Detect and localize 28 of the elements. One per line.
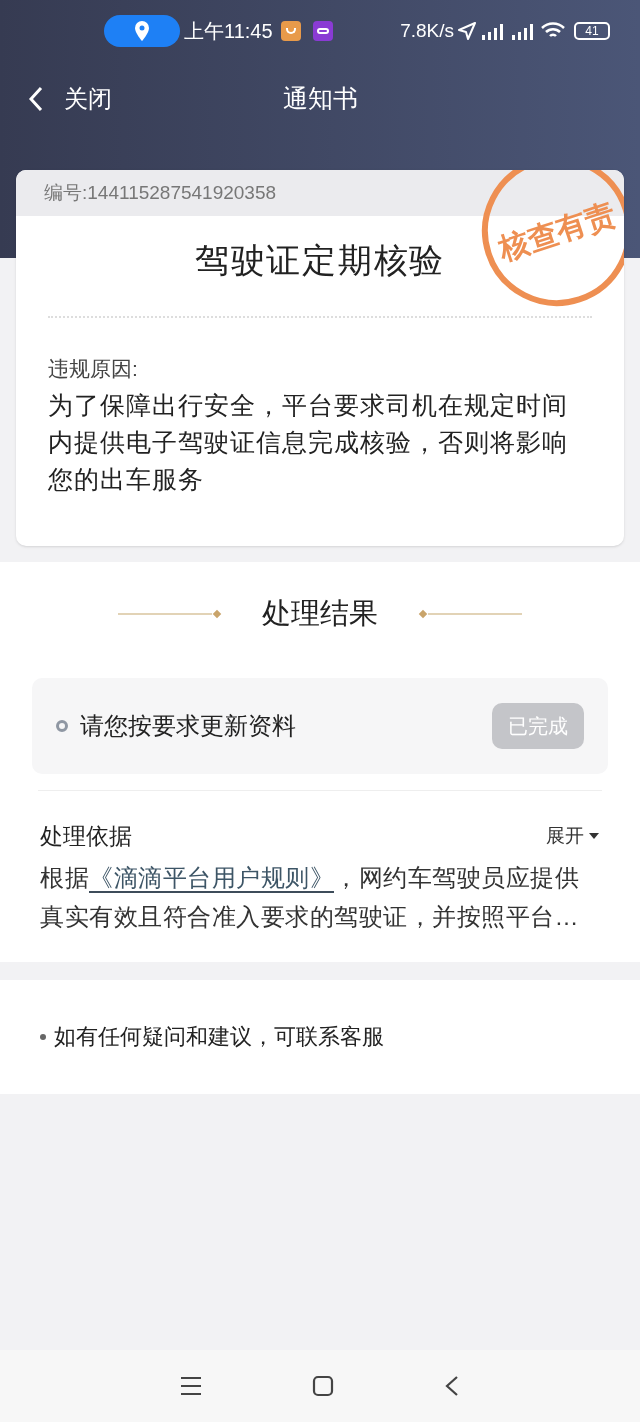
rules-link[interactable]: 《滴滴平台用户规则》 [89, 863, 334, 893]
page-title: 通知书 [282, 83, 358, 115]
reason-text: 为了保障出行安全，平台要求司机在规定时间内提供电子驾驶证信息完成核验，否则将影响您的出车服务 [48, 390, 569, 495]
navigation-arrow-icon [458, 22, 476, 40]
caret-icon [588, 832, 600, 841]
status-time: 上午11:45 [184, 19, 273, 44]
back-icon [28, 86, 44, 112]
location-pin-icon [134, 21, 150, 41]
stamp-text: 核查有责 [493, 195, 621, 268]
basis-title: 处理依据 [40, 822, 132, 851]
contact-text: 如有任何疑问和建议，可联系客服 [54, 1023, 384, 1051]
basis-text: 根据《滴滴平台用户规则》，网约车驾驶员应提供真实有效且符合准入要求的驾驶证，并按照平台… [40, 862, 580, 932]
network-speed: 7.8K/s [400, 18, 454, 43]
app-icon [280, 21, 301, 41]
menu-icon[interactable] [180, 1376, 202, 1396]
card-title: 驾驶证定期核验 [195, 239, 445, 281]
close-button[interactable]: 关闭 [0, 81, 112, 117]
battery-level: 41 [585, 25, 599, 37]
back-icon[interactable] [444, 1375, 460, 1397]
notice-number: 编号:144115287541920358 [44, 180, 277, 205]
home-icon[interactable] [312, 1375, 334, 1397]
expand-toggle[interactable]: 展开 [546, 822, 600, 851]
signal-icon [480, 21, 506, 41]
section-heading: 处理结果 [262, 596, 378, 632]
app-icon [312, 21, 333, 41]
signal-icon [510, 21, 536, 41]
task-label: 请您按要求更新资料 [80, 711, 296, 741]
reason-label: 违规原因: [48, 356, 139, 382]
